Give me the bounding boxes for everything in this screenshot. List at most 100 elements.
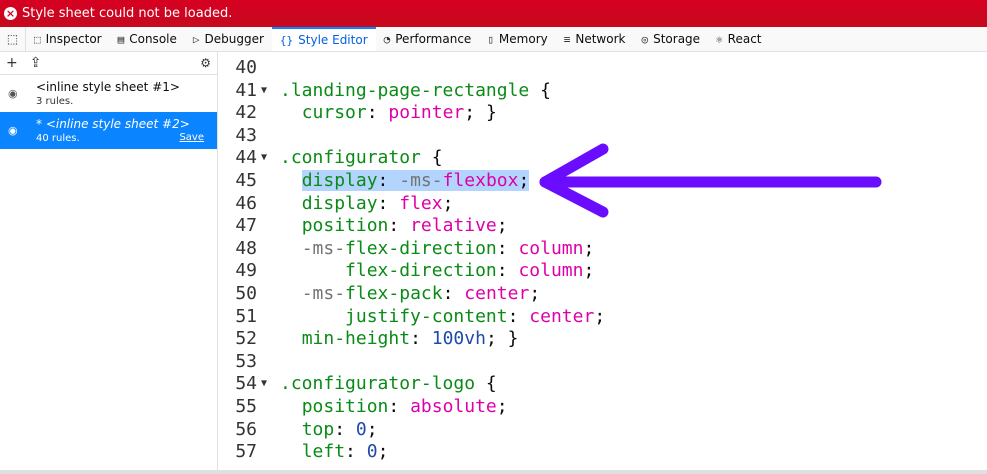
code-token: ;	[594, 305, 606, 327]
code-token: position	[301, 396, 389, 417]
code-line[interactable]: 47 position: relative;	[219, 214, 987, 237]
code-token: ;	[583, 237, 595, 259]
inspector-icon: ⬚	[34, 32, 41, 46]
code-token: 0	[355, 418, 367, 440]
code-line[interactable]: 57 left: 0;	[219, 440, 987, 463]
code-line[interactable]: 45 display: -ms-flexbox;	[219, 169, 987, 192]
code-token: ;	[518, 170, 530, 191]
sheet-rule-count: 3 rules.	[36, 96, 74, 107]
line-number: 45	[235, 170, 257, 191]
line-number: 54	[235, 373, 257, 395]
line-number: 44	[235, 147, 257, 169]
code-line[interactable]: 48 -ms-flex-direction: column;	[219, 237, 987, 260]
tab-label: Network	[575, 32, 626, 46]
code-token: 100vh	[431, 328, 486, 350]
code-token: :	[377, 170, 400, 191]
tab-react[interactable]: ⚛ React	[708, 27, 769, 51]
line-number: 48	[235, 237, 257, 259]
code-line[interactable]: 50 -ms-flex-pack: center;	[219, 282, 987, 305]
code-token: :	[496, 260, 519, 282]
code-line[interactable]: 53	[219, 350, 987, 373]
tab-console[interactable]: ▤ Console	[110, 27, 185, 51]
tab-label: Inspector	[45, 32, 102, 46]
line-number: 40	[235, 57, 257, 78]
sheet-item-inline-1[interactable]: ◉ <inline style sheet #1> 3 rules.	[0, 75, 217, 112]
code-token: :	[334, 418, 356, 440]
code-token: :	[366, 102, 389, 124]
element-picker-button[interactable]: ⬚	[0, 27, 26, 51]
code-text: justify-content: center;	[280, 305, 605, 328]
save-link[interactable]: Save	[179, 132, 204, 143]
tab-memory[interactable]: ▯ Memory	[479, 27, 555, 51]
sidebar-toolbar: + ⇪ ⚙	[0, 52, 217, 75]
code-token: flex-pack	[345, 283, 443, 304]
code-line[interactable]: 46 display: flex;	[219, 192, 987, 215]
code-text: -ms-flex-pack: center;	[280, 282, 540, 305]
code-token: flexbox	[442, 170, 519, 191]
code-line[interactable]: 49 flex-direction: column;	[219, 259, 987, 282]
network-icon: ≡	[563, 32, 571, 46]
code-token: center	[529, 305, 595, 327]
sheet-item-inline-2[interactable]: ◉ * <inline style sheet #2> 40 rules. Sa…	[0, 112, 217, 149]
code-token: center	[464, 283, 530, 304]
code-text: display: flex;	[280, 192, 454, 215]
memory-icon: ▯	[487, 32, 494, 46]
eye-icon[interactable]: ◉	[8, 87, 18, 100]
code-token: flex-direction	[345, 237, 497, 259]
code-token: ;	[529, 283, 541, 304]
tab-storage[interactable]: ◎ Storage	[633, 27, 708, 51]
tab-inspector[interactable]: ⬚ Inspector	[26, 27, 110, 51]
code-line[interactable]: 43	[219, 124, 987, 147]
fold-toggle-icon[interactable]: ▼	[261, 372, 267, 395]
code-line[interactable]: 41 ▼ .landing-page-rectangle {	[219, 79, 987, 102]
line-number: 43	[235, 124, 257, 146]
code-text: .configurator {	[280, 146, 443, 169]
storage-icon: ◎	[641, 32, 649, 46]
debugger-icon: ▷	[192, 32, 200, 46]
tab-debugger[interactable]: ▷ Debugger	[185, 27, 272, 51]
element-picker-icon: ⬚	[6, 32, 19, 46]
settings-gear-icon[interactable]: ⚙	[200, 56, 211, 70]
code-token: :	[507, 305, 530, 327]
code-text: position: relative;	[280, 214, 508, 237]
code-line[interactable]: 40	[219, 56, 987, 79]
code-token: ; }	[464, 102, 497, 124]
code-line[interactable]: 42 cursor: pointer; }	[219, 101, 987, 124]
line-number: 55	[235, 396, 257, 417]
code-token: {	[529, 79, 551, 101]
tab-performance[interactable]: ◔ Performance	[376, 27, 480, 51]
eye-icon[interactable]: ◉	[8, 124, 18, 137]
tab-network[interactable]: ≡ Network	[556, 27, 634, 51]
code-line[interactable]: 56 top: 0;	[219, 418, 987, 441]
console-icon: ▤	[117, 32, 125, 46]
code-line[interactable]: 52 min-height: 100vh; }	[219, 327, 987, 350]
line-number: 50	[235, 283, 257, 304]
code-token: column	[518, 260, 584, 282]
line-number: 49	[235, 260, 257, 282]
fold-toggle-icon[interactable]: ▼	[261, 146, 267, 169]
code-line[interactable]: 44 ▼ .configurator {	[219, 146, 987, 169]
code-token: .configurator	[280, 147, 421, 169]
fold-toggle-icon[interactable]: ▼	[261, 79, 267, 102]
react-icon: ⚛	[716, 32, 723, 46]
code-line[interactable]: 55 position: absolute;	[219, 395, 987, 418]
code-editor[interactable]: 40 41 ▼ .landing-page-rectangle {42 cursor:…	[219, 52, 987, 470]
code-token: :	[442, 283, 465, 304]
line-number: 41	[235, 79, 257, 101]
new-style-sheet-icon[interactable]: +	[6, 55, 18, 71]
tab-style-editor[interactable]: {} Style Editor	[271, 27, 376, 51]
code-text: .landing-page-rectangle {	[280, 79, 551, 102]
line-number: 42	[235, 102, 257, 124]
code-line[interactable]: 51 justify-content: center;	[219, 305, 987, 328]
code-token: .configurator-logo	[280, 373, 476, 395]
code-token: top	[301, 418, 335, 440]
tab-label: Console	[129, 32, 177, 46]
line-number: 51	[235, 305, 257, 327]
code-line[interactable]: 54 ▼ .configurator-logo {	[219, 372, 987, 395]
import-style-sheet-icon[interactable]: ⇪	[30, 55, 42, 71]
code-text: flex-direction: column;	[280, 259, 594, 282]
tab-label: Style Editor	[298, 33, 368, 47]
